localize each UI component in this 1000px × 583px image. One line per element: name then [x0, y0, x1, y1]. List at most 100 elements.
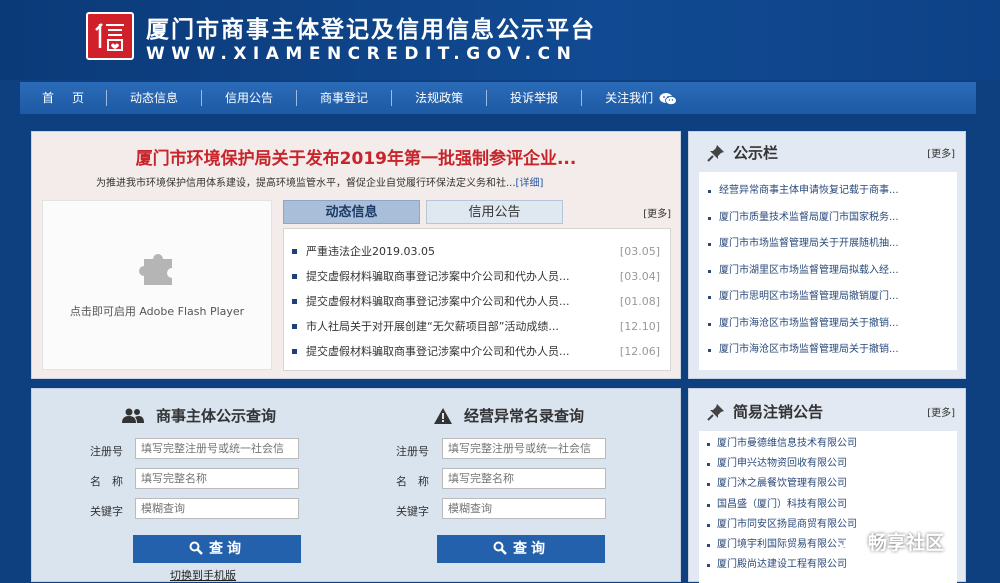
featured-summary-text: 为推进我市环境保护信用体系建设，提高环境监管水平，督促企业自觉履行环保法定义务和… — [96, 178, 516, 189]
cancel-item[interactable]: 厦门申兴达物资回收有限公司 — [699, 454, 957, 474]
bullet-icon — [292, 349, 297, 354]
featured-headline[interactable]: 厦门市环境保护局关于发布2019年第一批强制参评企业... — [32, 144, 680, 169]
news-tabs: 动态信息 信用公告 [更多] — [283, 200, 671, 224]
bulletin-header: 公示栏 [更多] — [701, 142, 955, 164]
flash-placeholder[interactable]: 点击即可启用 Adobe Flash Player — [42, 200, 272, 370]
nav-item-credit-notice[interactable]: 信用公告 — [202, 90, 298, 106]
bullet-icon — [708, 243, 711, 246]
bullet-icon — [708, 190, 711, 193]
main-nav: 首页 动态信息 信用公告 商事登记 法规政策 投诉举报 关注我们 — [20, 82, 976, 114]
bulletin-list: 经营异常商事主体申请恢复记载于商事... 厦门市质量技术监督局厦门市国家税务..… — [699, 172, 957, 370]
nav-item-complaints[interactable]: 投诉举报 — [487, 90, 583, 106]
cancel-item[interactable]: 厦门沐之晨餐饮管理有限公司 — [699, 474, 957, 494]
nav-item-follow-label: 关注我们 — [605, 91, 654, 105]
news-item[interactable]: 严重违法企业2019.03.05 [03.05] — [284, 239, 670, 264]
site-domain: WWW.XIAMENCREDIT.GOV.CN — [146, 44, 578, 64]
news-item-title: 提交虚假材料骗取商事登记涉案中介公司和代办人员... — [306, 345, 570, 358]
nav-item-registration[interactable]: 商事登记 — [297, 90, 393, 106]
bulletin-item-text: 厦门市湖里区市场监督管理局拟载入经... — [719, 264, 899, 276]
cancel-item-text: 厦门境宇利国际贸易有限公司 — [717, 538, 847, 550]
simple-cancel-title: 简易注销公告 — [733, 403, 824, 421]
news-item[interactable]: 提交虚假材料骗取商事登记涉案中介公司和代办人员... [12.06] — [284, 339, 670, 364]
bulletin-item[interactable]: 厦门市海沧区市场监督管理局关于撤销... — [699, 311, 957, 338]
bullet-icon — [707, 463, 710, 467]
simple-cancel-more-link[interactable]: [更多] — [927, 404, 955, 419]
wechat-icon — [659, 92, 677, 105]
bulletin-item[interactable]: 厦门市市场监督管理局关于开展随机抽... — [699, 231, 957, 258]
query-panel: 商事主体公示查询 注册号 名 称 关键字 查询 切换到手机版 经营异常名录查询 … — [31, 388, 681, 582]
news-item-date: [03.04] — [619, 270, 660, 283]
bulletin-item[interactable]: 经营异常商事主体申请恢复记载于商事... — [699, 178, 957, 205]
cancel-item-text: 厦门殿尚达建设工程有限公司 — [717, 559, 847, 571]
site-title: 厦门市商事主体登记及信用信息公示平台 — [146, 17, 596, 43]
bulletin-item-text: 厦门市质量技术监督局厦门市国家税务... — [719, 211, 899, 223]
bullet-icon — [292, 299, 297, 304]
bullet-icon — [707, 503, 710, 507]
news-item-title: 提交虚假材料骗取商事登记涉案中介公司和代办人员... — [306, 295, 570, 308]
site-header: 厦门市商事主体登记及信用信息公示平台 WWW.XIAMENCREDIT.GOV.… — [0, 0, 1000, 80]
abnormal-query-button[interactable]: 查询 — [437, 535, 605, 563]
cancel-item[interactable]: 国昌盛（厦门）科技有限公司 — [699, 495, 957, 515]
tab-dynamic-info[interactable]: 动态信息 — [283, 200, 420, 224]
abnormal-keyword-input[interactable] — [442, 498, 606, 519]
news-item[interactable]: 提交虚假材料骗取商事登记涉案中介公司和代办人员... [03.04] — [284, 264, 670, 289]
pushpin-icon — [707, 145, 724, 162]
abnormal-query-button-label: 查询 — [513, 541, 549, 557]
nav-item-news[interactable]: 动态信息 — [107, 90, 203, 106]
bulletin-item[interactable]: 厦门市湖里区市场监督管理局拟载入经... — [699, 258, 957, 285]
entity-keyword-input[interactable] — [135, 498, 299, 519]
bullet-icon — [707, 543, 710, 547]
nav-item-follow-us[interactable]: 关注我们 — [582, 90, 700, 106]
bullet-icon — [707, 564, 710, 568]
abnormal-keyword-label: 关键字 — [396, 505, 429, 518]
nav-item-regulations[interactable]: 法规政策 — [392, 90, 488, 106]
bullet-icon — [708, 269, 711, 273]
bullet-icon — [707, 523, 710, 527]
news-item[interactable]: 提交虚假材料骗取商事登记涉案中介公司和代办人员... [01.08] — [284, 289, 670, 314]
news-item-title: 提交虚假材料骗取商事登记涉案中介公司和代办人员... — [306, 270, 570, 283]
news-item[interactable]: 市人社局关于对开展创建“无欠薪项目部”活动成绩... [12.10] — [284, 314, 670, 339]
bulletin-item[interactable]: 厦门市质量技术监督局厦门市国家税务... — [699, 205, 957, 232]
bulletin-item[interactable]: 厦门市思明区市场监督管理局撤销厦门... — [699, 284, 957, 311]
nav-item-home[interactable]: 首页 — [20, 90, 108, 106]
news-item-date: [12.10] — [619, 320, 660, 333]
bullet-icon — [292, 324, 297, 329]
bullet-icon — [292, 274, 297, 279]
featured-panel: 厦门市环境保护局关于发布2019年第一批强制参评企业... 为推进我市环境保护信… — [31, 131, 681, 379]
watermark-text: 畅享社区 — [868, 531, 945, 554]
bullet-icon — [708, 216, 711, 220]
mobile-version-link[interactable]: 切换到手机版 — [170, 567, 236, 583]
entity-query-button-label: 查询 — [209, 541, 245, 557]
news-item-date: [03.05] — [619, 245, 660, 258]
news-more-link[interactable]: [更多] — [643, 205, 671, 220]
abnormal-regno-input[interactable] — [442, 438, 606, 459]
featured-summary: 为推进我市环境保护信用体系建设，提高环境监管水平，督促企业自觉履行环保法定义务和… — [96, 174, 656, 189]
abnormal-name-input[interactable] — [442, 468, 606, 489]
entity-regno-input[interactable] — [135, 438, 299, 459]
pushpin-icon — [707, 404, 724, 421]
wechat-watermark-icon — [836, 530, 862, 550]
entity-query-button[interactable]: 查询 — [133, 535, 301, 563]
abnormal-name-label: 名 称 — [396, 475, 429, 488]
cancel-item[interactable]: 厦门殿尚达建设工程有限公司 — [699, 555, 957, 575]
bulletin-item[interactable]: 厦门市海沧区市场监督管理局关于撤销... — [699, 337, 957, 364]
news-item-title: 市人社局关于对开展创建“无欠薪项目部”活动成绩... — [306, 320, 559, 333]
search-icon — [493, 541, 507, 555]
bulletin-more-link[interactable]: [更多] — [927, 145, 955, 160]
cancel-item-text: 厦门沐之晨餐饮管理有限公司 — [717, 478, 847, 490]
tab-credit-notice[interactable]: 信用公告 — [426, 200, 563, 224]
entity-name-input[interactable] — [135, 468, 299, 489]
news-item-title: 严重违法企业2019.03.05 — [306, 245, 435, 258]
abnormal-regno-label: 注册号 — [396, 445, 429, 458]
featured-detail-link[interactable]: [详细] — [516, 178, 544, 189]
abnormal-query-title: 经营异常名录查询 — [434, 405, 584, 426]
bulletin-title: 公示栏 — [733, 144, 779, 162]
cancel-item-text: 厦门市曼德维信息技术有限公司 — [717, 438, 857, 449]
bulletin-item-text: 厦门市思明区市场监督管理局撤销厦门... — [719, 291, 899, 302]
cancel-item[interactable]: 厦门市曼德维信息技术有限公司 — [699, 434, 957, 454]
flash-prompt-text: 点击即可启用 Adobe Flash Player — [69, 305, 245, 318]
plugin-puzzle-icon — [139, 254, 172, 285]
site-logo[interactable] — [86, 12, 134, 60]
news-list: 严重违法企业2019.03.05 [03.05] 提交虚假材料骗取商事登记涉案中… — [283, 228, 671, 371]
simple-cancel-list: 厦门市曼德维信息技术有限公司 厦门申兴达物资回收有限公司 厦门沐之晨餐饮管理有限… — [699, 431, 957, 583]
